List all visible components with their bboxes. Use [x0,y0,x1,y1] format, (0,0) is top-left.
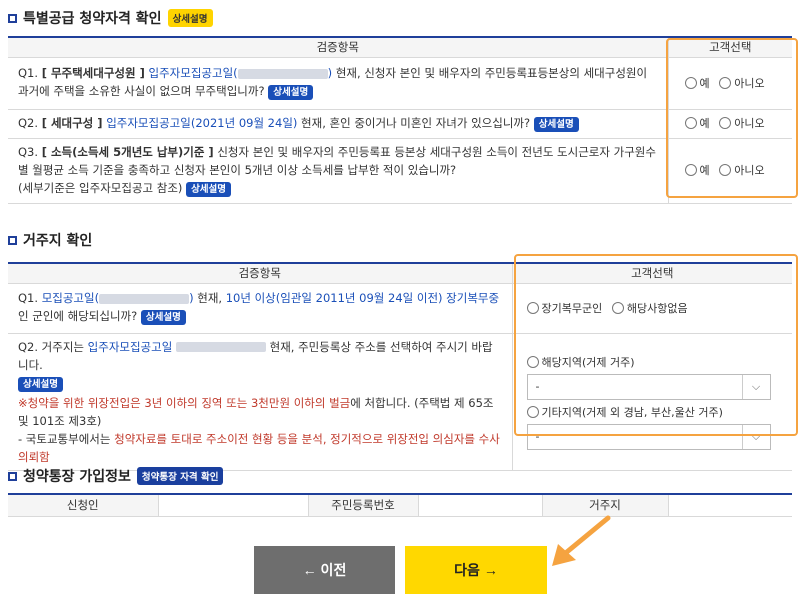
detail-badge[interactable]: 상세설명 [167,9,213,27]
detail-badge[interactable]: 상세설명 [18,376,63,392]
col-check-header: 검증항목 [8,262,512,284]
detail-badge[interactable]: 상세설명 [533,116,579,132]
question-q3: Q3. [ 소득(소득세 5개년도 납부)기준 ] 신청자 본인 및 배우자의 … [8,138,668,204]
highlight-box [666,38,798,198]
question-residence-q1: Q1. 모집공고일() 현재, 10년 이상(임관일 2011년 09월 24일… [8,283,512,334]
col-resident-number: 주민등록번호 [307,493,418,517]
section-title-account-info: 청약통장 가입정보 청약통장 자격 확인 [8,466,224,486]
next-button[interactable]: 다음 → [405,546,547,594]
section-title-residence: 거주지 확인 [8,230,92,250]
masked-date [175,342,266,352]
detail-badge[interactable]: 상세설명 [140,310,186,325]
col-applicant: 신청인 [8,493,158,517]
square-bullet-icon [8,235,17,245]
question-q2: Q2. [ 세대구성 ] 입주자모집공고일(2021년 09월 24일) 현재,… [8,109,668,139]
question-q1: Q1. [ 무주택세대구성원 ] 입주자모집공고일() 현재, 신청자 본인 및… [8,57,668,110]
square-bullet-icon [8,471,17,481]
section-title-special-supply: 특별공급 청약자격 확인 상세설명 [8,8,213,28]
masked-date [99,293,190,304]
account-check-badge[interactable]: 청약통장 자격 확인 [136,467,224,485]
arrow-pointer-icon [552,515,611,566]
highlight-box [514,254,798,436]
question-residence-q2: Q2. 거주지는 입주자모집공고일 현재, 주민등록상 주소를 선택하여 주시기… [8,333,512,471]
square-bullet-icon [8,13,17,23]
masked-date [237,68,328,79]
detail-badge[interactable]: 상세설명 [186,181,232,197]
prev-button[interactable]: ← 이전 [254,546,395,594]
detail-badge[interactable]: 상세설명 [268,85,314,100]
col-residence: 거주지 [541,493,668,517]
col-check-header: 검증항목 [8,36,668,58]
account-info-table: 신청인 주민등록번호 거주지 [8,493,792,517]
